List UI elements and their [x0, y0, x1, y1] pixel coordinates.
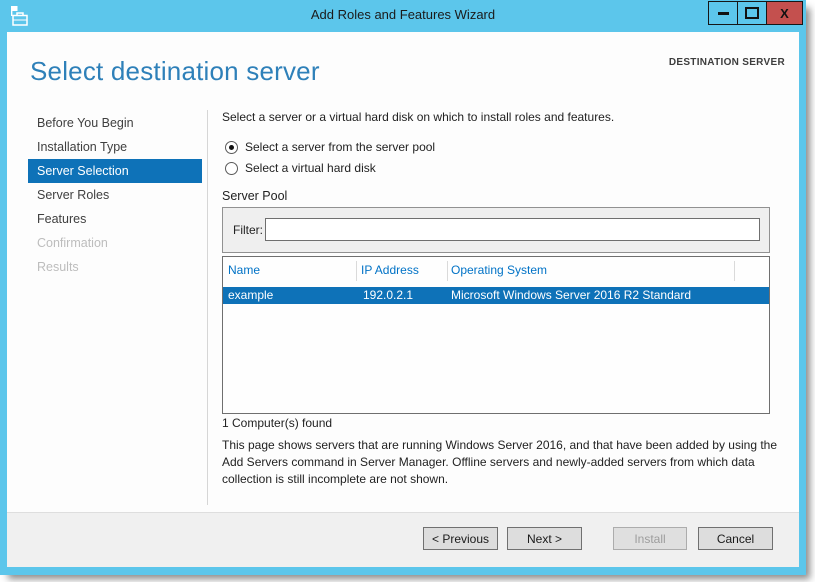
wizard-window: Add Roles and Features Wizard X Select d…	[0, 0, 806, 575]
close-button[interactable]: X	[766, 1, 803, 25]
page-title: Select destination server	[30, 56, 320, 86]
column-header-name[interactable]: Name	[228, 263, 260, 277]
column-separator	[734, 261, 735, 281]
window-controls: X	[708, 1, 803, 25]
sidebar-divider	[207, 110, 208, 505]
intro-text: Select a server or a virtual hard disk o…	[222, 110, 615, 124]
close-icon: X	[780, 5, 789, 21]
radio-select-server-pool[interactable]: Select a server from the server pool	[225, 139, 435, 155]
next-button[interactable]: Next >	[507, 527, 582, 550]
computer-count-text: 1 Computer(s) found	[222, 416, 333, 430]
radio-selected-icon	[225, 140, 238, 154]
cell-ip-address: 192.0.2.1	[363, 288, 414, 302]
minimize-icon	[717, 11, 729, 15]
step-results: Results	[37, 260, 79, 274]
filter-label: Filter:	[233, 223, 263, 237]
maximize-icon	[745, 7, 759, 19]
radio-unselected-icon	[225, 161, 238, 175]
cell-name: example	[228, 288, 274, 302]
maximize-button[interactable]	[737, 1, 767, 25]
destination-server-label: DESTINATION SERVER	[668, 57, 785, 68]
server-pool-section-label: Server Pool	[222, 189, 288, 203]
radio-label: Select a virtual hard disk	[245, 161, 376, 175]
window-title: Add Roles and Features Wizard	[310, 7, 496, 22]
radio-label: Select a server from the server pool	[245, 140, 436, 154]
cell-operating-system: Microsoft Windows Server 2016 R2 Standar…	[451, 288, 692, 302]
radio-select-vhd[interactable]: Select a virtual hard disk	[225, 160, 376, 176]
step-server-roles[interactable]: Server Roles	[28, 183, 202, 207]
titlebar[interactable]: Add Roles and Features Wizard X	[0, 0, 806, 32]
step-server-selection[interactable]: Server Selection	[28, 159, 202, 183]
column-header-operating-system[interactable]: Operating System	[451, 263, 547, 277]
server-pool-table: Name IP Address Operating System example…	[222, 256, 770, 414]
previous-button[interactable]: < Previous	[423, 527, 498, 550]
wizard-steps-nav: Before You Begin Installation Type Serve…	[28, 111, 202, 279]
table-row-example[interactable]: example 192.0.2.1 Microsoft Windows Serv…	[223, 287, 769, 304]
install-button: Install	[613, 527, 687, 550]
cancel-button[interactable]: Cancel	[698, 527, 773, 550]
minimize-button[interactable]	[708, 1, 738, 25]
step-before-you-begin[interactable]: Before You Begin	[28, 111, 202, 135]
filter-input[interactable]	[265, 218, 760, 241]
step-installation-type[interactable]: Installation Type	[28, 135, 202, 159]
page-description: This page shows servers that are running…	[222, 438, 778, 486]
step-features[interactable]: Features	[28, 207, 202, 231]
column-header-ip-address[interactable]: IP Address	[361, 263, 419, 277]
column-separator	[447, 261, 448, 281]
step-confirmation: Confirmation	[37, 236, 108, 250]
column-separator	[356, 261, 357, 281]
filter-panel: Filter:	[222, 207, 770, 253]
